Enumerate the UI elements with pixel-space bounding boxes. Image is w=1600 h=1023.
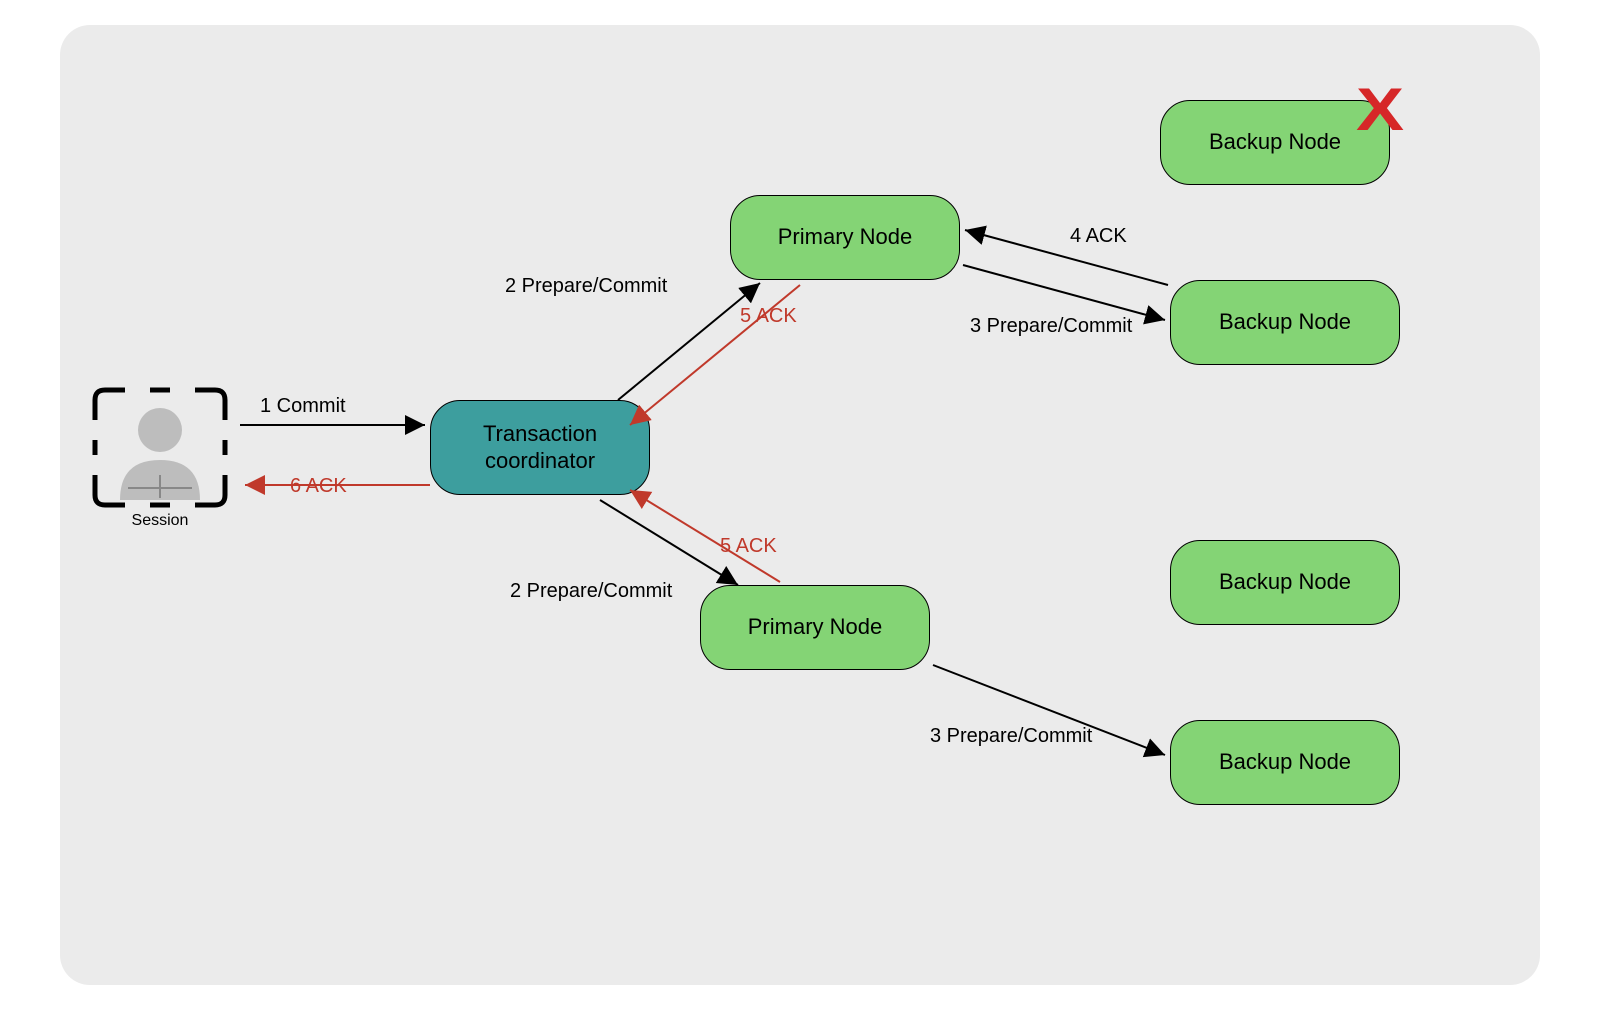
session-actor: Session: [80, 380, 240, 540]
primary-node-2: Primary Node: [700, 585, 930, 670]
edge-2-top: 2 Prepare/Commit: [505, 275, 667, 298]
edge-5-top: 5 ACK: [740, 305, 797, 328]
failure-icon: X: [1356, 80, 1404, 140]
session-label: Session: [80, 512, 240, 530]
edge-4-ack: 4 ACK: [1070, 225, 1127, 248]
backup-node-2: Backup Node: [1170, 280, 1400, 365]
edge-6-ack: 6 ACK: [290, 475, 347, 498]
primary-node-1: Primary Node: [730, 195, 960, 280]
edge-1-commit: 1 Commit: [260, 395, 346, 418]
transaction-coordinator-node: Transaction coordinator: [430, 400, 650, 495]
edge-2-bottom: 2 Prepare/Commit: [510, 580, 672, 603]
backup-node-4: Backup Node: [1170, 720, 1400, 805]
backup-node-3: Backup Node: [1170, 540, 1400, 625]
edge-3-bottom: 3 Prepare/Commit: [930, 725, 1092, 748]
edge-5-bottom: 5 ACK: [720, 535, 777, 558]
edge-3-top: 3 Prepare/Commit: [970, 315, 1132, 338]
diagram-canvas: Session Transaction coordinator Primary …: [60, 25, 1540, 985]
